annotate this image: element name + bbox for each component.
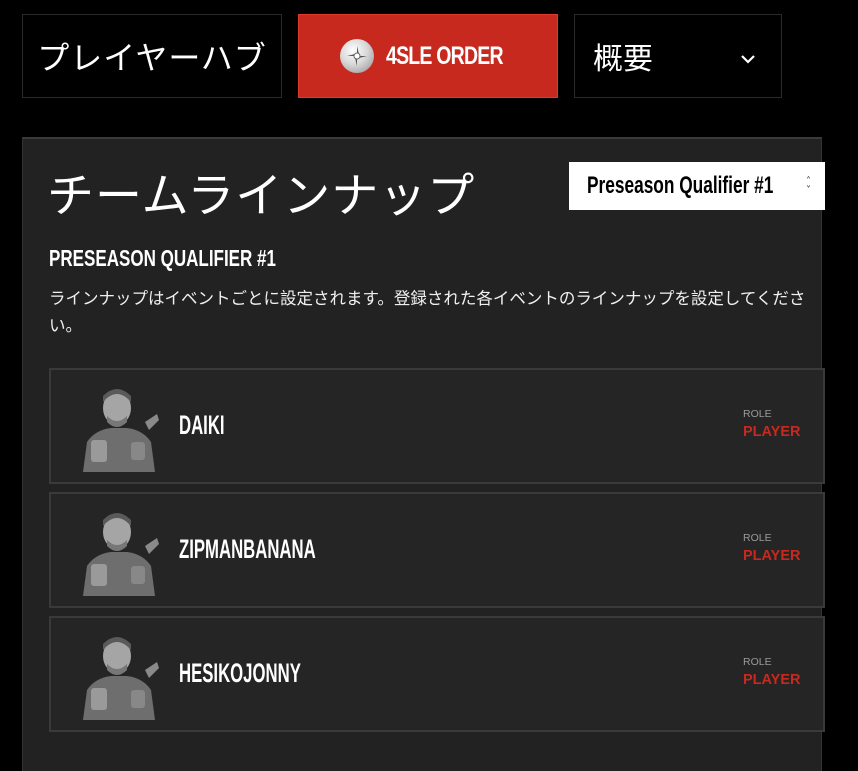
- event-heading: PRESEASON QUALIFIER #1: [49, 245, 276, 271]
- team-logo-icon: [340, 39, 374, 73]
- player-avatar: [73, 504, 165, 596]
- page-title: チームラインナップ: [47, 169, 476, 224]
- player-avatar: [73, 628, 165, 720]
- player-card[interactable]: ZIPMANBANANA ROLE PLAYER: [49, 492, 825, 608]
- role-label: ROLE: [743, 408, 772, 420]
- role-label: ROLE: [743, 656, 772, 668]
- player-card[interactable]: DAIKI ROLE PLAYER: [49, 368, 825, 484]
- player-name: DAIKI: [179, 410, 225, 440]
- chevron-down-icon: [737, 43, 759, 78]
- event-select[interactable]: Preseason Qualifier #1 ˄ ˅: [569, 162, 825, 210]
- team-tab[interactable]: 4SLE ORDER: [298, 14, 558, 98]
- event-select-value: Preseason Qualifier #1: [587, 172, 774, 199]
- player-hub-label: プレイヤーハブ: [37, 39, 267, 77]
- role-label: ROLE: [743, 532, 772, 544]
- role-value: PLAYER: [743, 548, 801, 564]
- overview-dropdown[interactable]: 概要: [574, 14, 782, 98]
- lineup-description: ラインナップはイベントごとに設定されます。登録された各イベントのラインナップを設…: [49, 289, 806, 335]
- overview-label: 概要: [593, 42, 653, 77]
- player-name: ZIPMANBANANA: [179, 534, 316, 564]
- role-value: PLAYER: [743, 672, 801, 688]
- player-card[interactable]: HESIKOJONNY ROLE PLAYER: [49, 616, 825, 732]
- player-name: HESIKOJONNY: [179, 658, 301, 688]
- role-value: PLAYER: [743, 424, 801, 440]
- top-navigation: プレイヤーハブ 4SLE ORDER 概要: [22, 14, 782, 98]
- team-lineup-panel: チームラインナップ Preseason Qualifier #1 ˄ ˅ PRES…: [22, 137, 825, 771]
- select-arrows-icon: ˄ ˅: [806, 176, 811, 196]
- team-name: 4SLE ORDER: [386, 41, 504, 70]
- player-avatar: [73, 380, 165, 472]
- player-hub-tab[interactable]: プレイヤーハブ: [22, 14, 282, 98]
